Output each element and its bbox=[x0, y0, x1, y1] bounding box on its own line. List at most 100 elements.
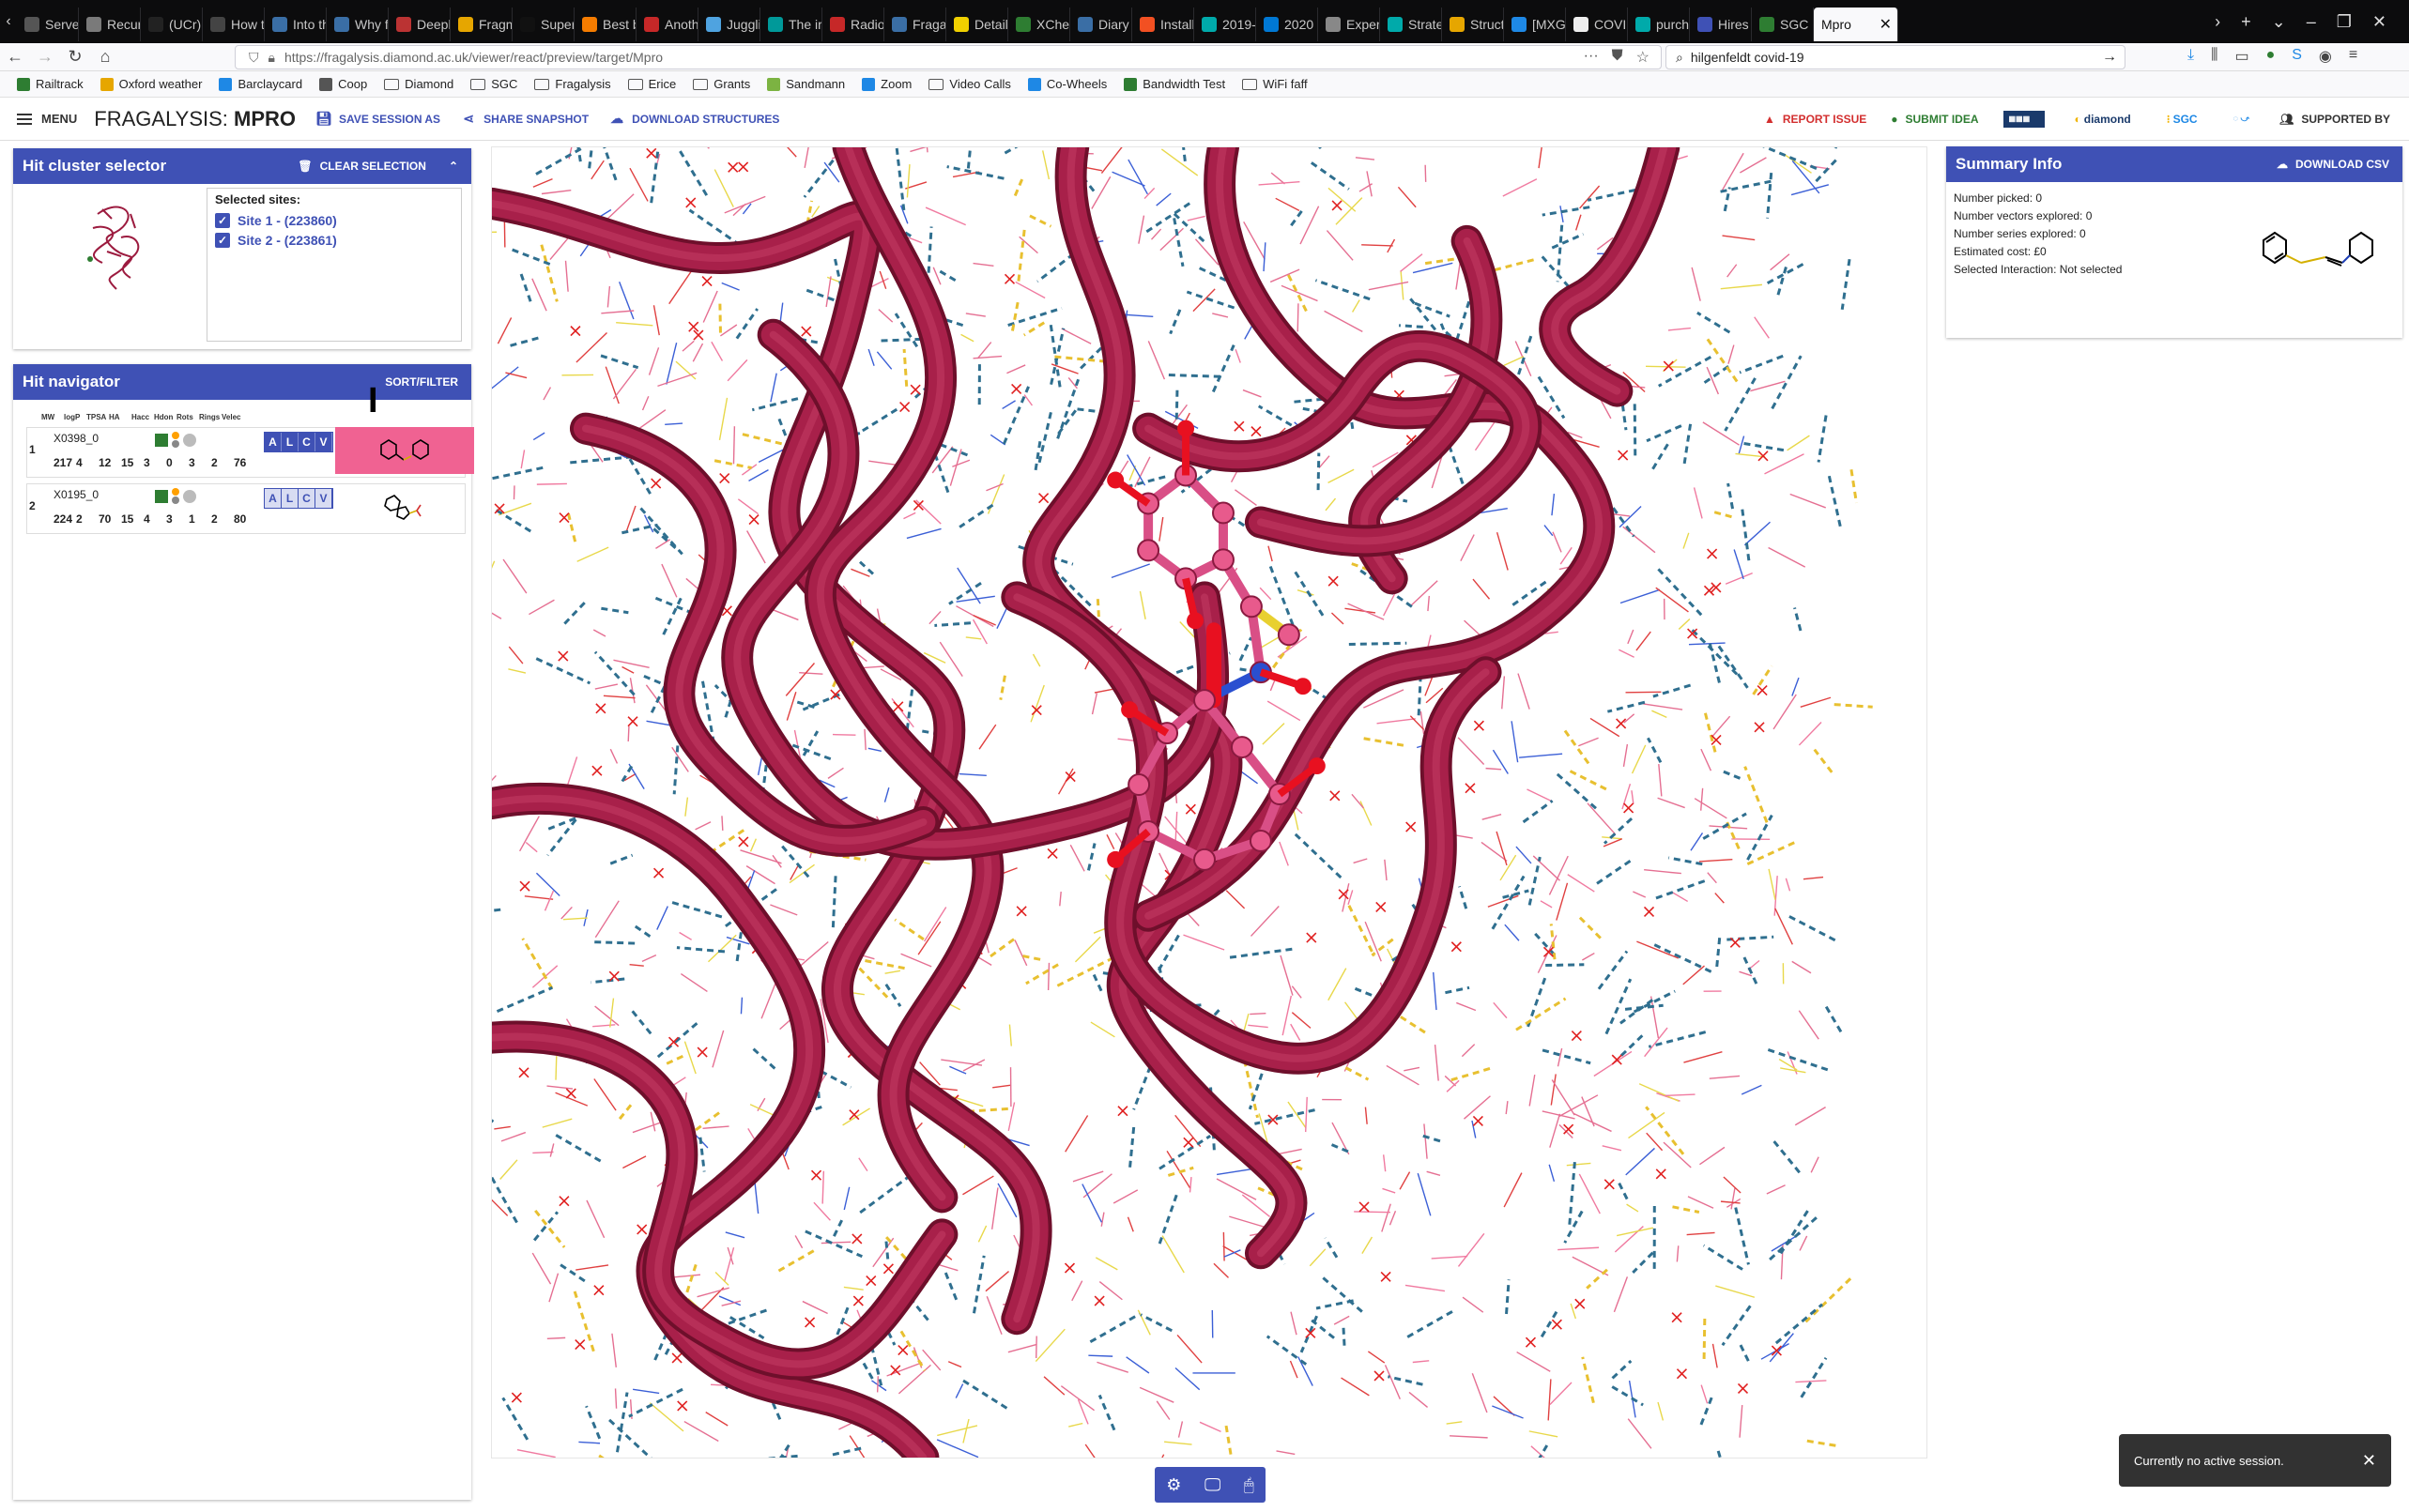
browser-tab[interactable]: Juggli bbox=[698, 8, 760, 41]
bookmark-item[interactable]: Zoom bbox=[862, 77, 912, 91]
menu-button[interactable]: MENU bbox=[0, 112, 77, 126]
alcv-toggle-v[interactable]: V bbox=[315, 433, 332, 451]
column-header[interactable]: MW bbox=[41, 413, 64, 421]
site-2-checkbox[interactable]: ✓ bbox=[215, 232, 230, 248]
browser-tab[interactable]: The ir bbox=[760, 8, 822, 41]
reload-icon[interactable]: ↻ bbox=[60, 47, 90, 67]
bookmark-item[interactable]: Fragalysis bbox=[534, 77, 611, 91]
home-icon[interactable]: ⌂ bbox=[90, 47, 120, 67]
column-header[interactable]: TPSA bbox=[86, 413, 109, 421]
search-go-icon[interactable]: → bbox=[2102, 49, 2117, 66]
molecule-thumbnail[interactable] bbox=[335, 427, 474, 474]
bookmark-item[interactable]: Sandmann bbox=[767, 77, 845, 91]
bookmark-item[interactable]: WiFi faff bbox=[1242, 77, 1308, 91]
browser-tab[interactable]: 2020 I bbox=[1256, 8, 1318, 41]
browser-tab[interactable]: Fragm bbox=[451, 8, 513, 41]
bookmark-star-icon[interactable]: ☆ bbox=[1636, 48, 1649, 67]
account-icon[interactable]: ◉ bbox=[2319, 47, 2332, 66]
bookmark-item[interactable]: Video Calls bbox=[928, 77, 1011, 91]
browser-tab[interactable]: Diary bbox=[1070, 8, 1132, 41]
close-window-icon[interactable]: ✕ bbox=[2372, 12, 2386, 32]
alcv-toggle-l[interactable]: L bbox=[282, 489, 299, 508]
browser-tab[interactable]: Struct bbox=[1442, 8, 1504, 41]
extension-icon[interactable]: ● bbox=[2266, 47, 2276, 66]
browser-tab[interactable]: [MXG] bbox=[1504, 8, 1566, 41]
pocket-icon[interactable]: ⛊ bbox=[1612, 48, 1623, 67]
sidebar-icon[interactable]: ▭ bbox=[2234, 47, 2248, 66]
site-row-1[interactable]: ✓ Site 1 - (223860) bbox=[215, 210, 453, 230]
browser-tab[interactable]: Into th bbox=[265, 8, 327, 41]
column-header[interactable]: HA bbox=[109, 413, 131, 421]
minimize-icon[interactable]: – bbox=[2307, 12, 2316, 32]
skype-icon[interactable]: S bbox=[2292, 47, 2302, 66]
bookmark-item[interactable]: SGC bbox=[470, 77, 517, 91]
collapse-icon[interactable]: ⌃ bbox=[449, 160, 458, 173]
browser-tab[interactable]: Why f bbox=[327, 8, 389, 41]
bookmark-item[interactable]: Grants bbox=[693, 77, 750, 91]
clear-selection-button[interactable]: 🗑︎ CLEAR SELECTION ⌃ bbox=[298, 160, 471, 173]
alcv-toggle-a[interactable]: A bbox=[265, 489, 282, 508]
close-icon[interactable]: ✕ bbox=[2362, 1451, 2376, 1471]
alcv-toggle-c[interactable]: C bbox=[299, 489, 315, 508]
bookmark-item[interactable]: Co-Wheels bbox=[1027, 77, 1107, 91]
browser-tab[interactable]: Server bbox=[17, 8, 79, 41]
download-icon[interactable]: ⤓ bbox=[2187, 47, 2194, 66]
browser-tab[interactable]: Best b bbox=[575, 8, 637, 41]
forward-icon[interactable]: → bbox=[30, 47, 60, 67]
browser-tab[interactable]: Radio bbox=[822, 8, 884, 41]
column-header[interactable]: Velec bbox=[222, 413, 244, 421]
browser-tab[interactable]: Install bbox=[1132, 8, 1194, 41]
download-structures-button[interactable]: ☁ DOWNLOAD STRUCTURES bbox=[609, 111, 779, 127]
browser-tab[interactable]: Detail bbox=[946, 8, 1008, 41]
tab-close-icon[interactable]: ✕ bbox=[1880, 15, 1892, 34]
tab-active[interactable]: Mpro ✕ bbox=[1814, 8, 1898, 41]
site-row-2[interactable]: ✓ Site 2 - (223861) bbox=[215, 230, 453, 250]
mouse-icon[interactable]: 🖱︎ bbox=[1244, 1475, 1254, 1495]
alcv-toggle-l[interactable]: L bbox=[282, 433, 299, 451]
column-header[interactable]: Rots bbox=[176, 413, 199, 421]
site-1-checkbox[interactable]: ✓ bbox=[215, 212, 230, 228]
molecule-3d-viewer[interactable] bbox=[491, 146, 1927, 1459]
browser-tab[interactable]: Hires bbox=[1690, 8, 1752, 41]
search-bar[interactable]: ⌕ hilgenfeldt covid-19 → bbox=[1665, 45, 2125, 69]
browser-tab[interactable]: Experi bbox=[1318, 8, 1380, 41]
tab-list-icon[interactable]: ⌄ bbox=[2272, 12, 2286, 32]
alcv-toggle-c[interactable]: C bbox=[299, 433, 315, 451]
page-actions-icon[interactable]: ··· bbox=[1584, 48, 1599, 67]
bookmark-item[interactable]: Barclaycard bbox=[219, 77, 302, 91]
browser-tab[interactable]: SGC C bbox=[1752, 8, 1814, 41]
bookmark-item[interactable]: Diamond bbox=[384, 77, 453, 91]
sort-filter-button[interactable]: SORT/FILTER bbox=[385, 375, 471, 389]
column-header[interactable]: Hacc bbox=[131, 413, 154, 421]
search-input[interactable]: hilgenfeldt covid-19 bbox=[1691, 50, 1804, 65]
share-snapshot-button[interactable]: ⋖ SHARE SNAPSHOT bbox=[461, 111, 589, 127]
save-session-button[interactable]: 💾︎ SAVE SESSION AS bbox=[315, 111, 440, 127]
report-issue-button[interactable]: ▲ REPORT ISSUE bbox=[1764, 113, 1866, 126]
hit-row-1[interactable]: 1 X0398_0 217 4 12 15 3 0 3 2 76 ALCV bbox=[26, 427, 474, 478]
new-tab-icon[interactable]: + bbox=[2241, 12, 2251, 32]
supported-by-button[interactable]: 👥︎ SUPPORTED BY bbox=[2279, 113, 2390, 126]
browser-tab[interactable]: purch bbox=[1628, 8, 1690, 41]
tab-scroll-right-icon[interactable]: › bbox=[2215, 12, 2220, 32]
protein-render[interactable] bbox=[492, 147, 1926, 1458]
settings-gear-icon[interactable]: ⚙ bbox=[1166, 1475, 1181, 1495]
bookmark-item[interactable]: Erice bbox=[627, 77, 676, 91]
column-header[interactable]: Hdon bbox=[154, 413, 176, 421]
bookmark-item[interactable]: Coop bbox=[319, 77, 367, 91]
browser-tab[interactable]: Fragal bbox=[884, 8, 946, 41]
url-bar[interactable]: ⛉ 🔒︎ https://fragalysis.diamond.ac.uk/vi… bbox=[235, 45, 1662, 69]
restore-icon[interactable]: ❐ bbox=[2337, 12, 2352, 32]
browser-tab[interactable]: How t bbox=[203, 8, 265, 41]
hit-row-2[interactable]: 2 X0195_0 224 2 70 15 4 3 1 2 80 ALCV bbox=[26, 483, 466, 534]
column-header[interactable]: Rings bbox=[199, 413, 222, 421]
submit-idea-button[interactable]: ● SUBMIT IDEA bbox=[1891, 113, 1978, 126]
back-icon[interactable]: ← bbox=[0, 47, 30, 67]
tab-scroll-left-button[interactable]: ‹ bbox=[0, 0, 17, 43]
alcv-toggle-a[interactable]: A bbox=[265, 433, 282, 451]
protein-thumbnail[interactable] bbox=[79, 195, 154, 298]
alcv-toggle-v[interactable]: V bbox=[315, 489, 332, 508]
app-menu-icon[interactable]: ≡ bbox=[2349, 47, 2357, 66]
molecule-thumbnail[interactable] bbox=[335, 483, 474, 530]
bookmark-item[interactable]: Railtrack bbox=[17, 77, 84, 91]
browser-tab[interactable]: Recurr bbox=[79, 8, 141, 41]
